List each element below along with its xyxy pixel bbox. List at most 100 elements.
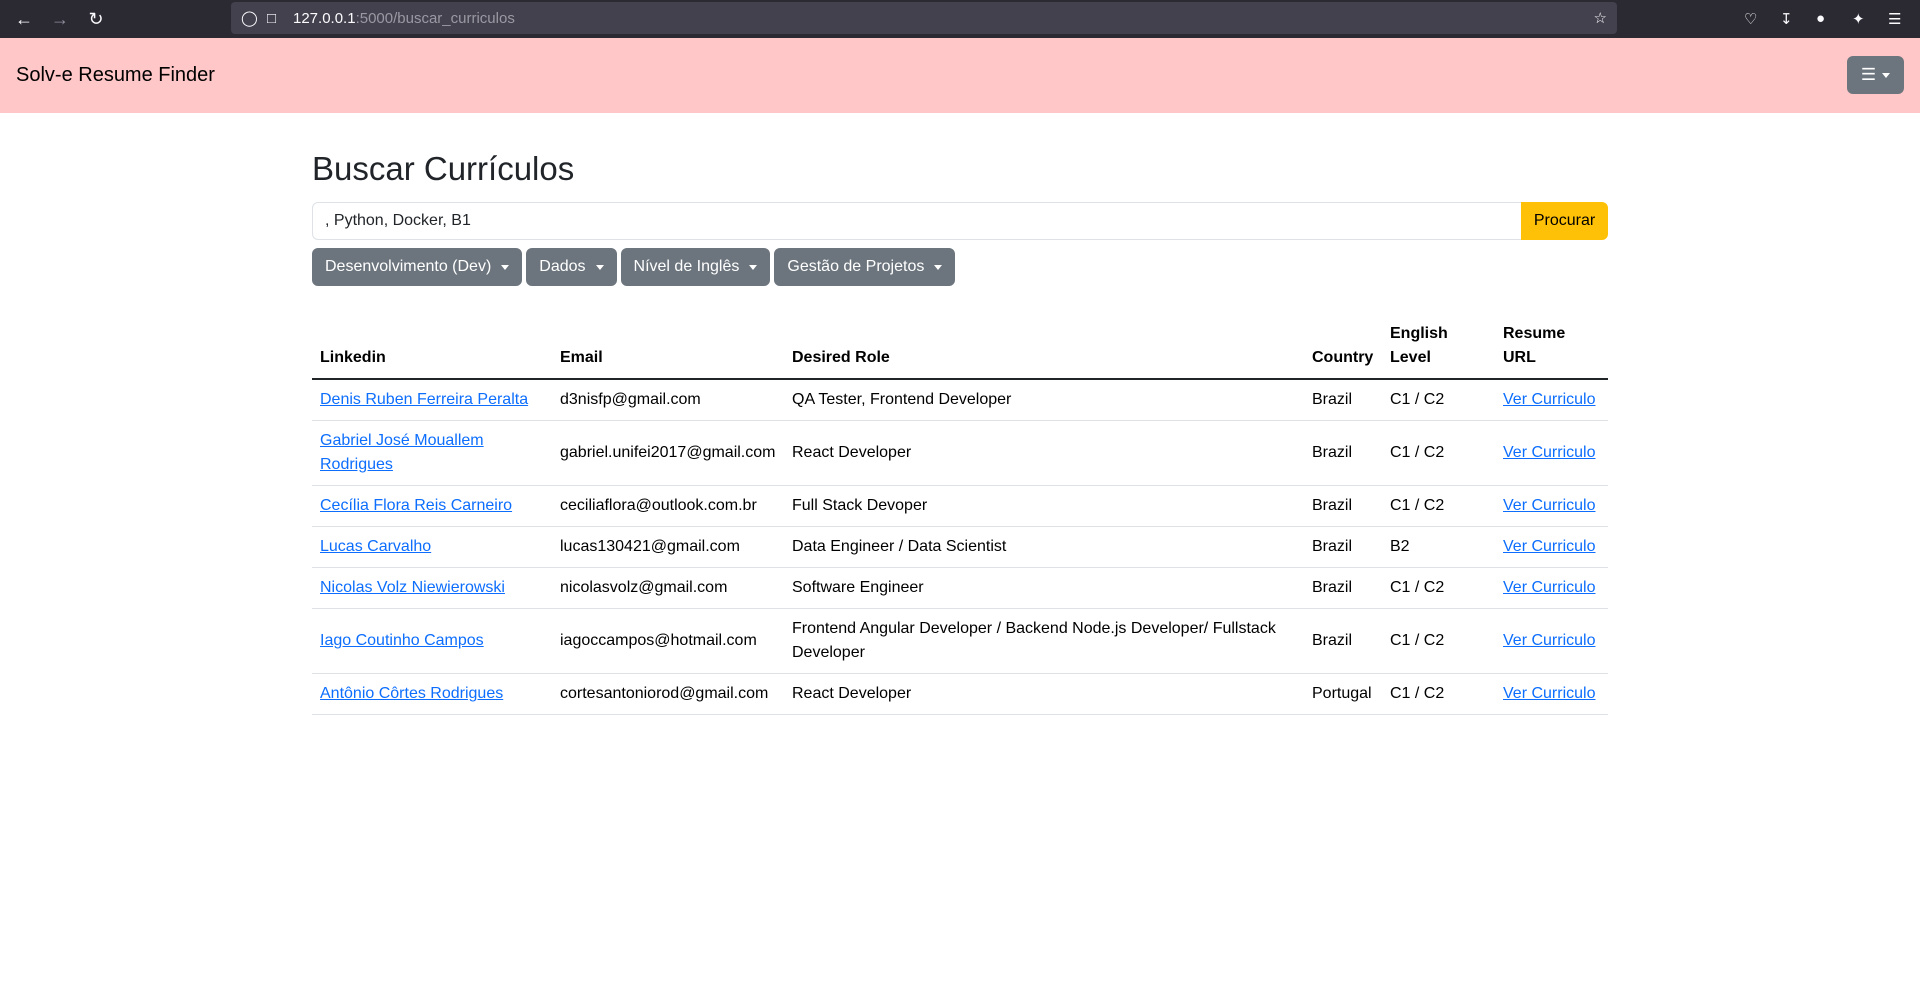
caret-down-icon [501, 264, 510, 270]
caret-down-icon [1882, 72, 1891, 78]
cell-linkedin: Lucas Carvalho [312, 526, 552, 568]
cell-country: Brazil [1304, 567, 1382, 609]
url-text[interactable]: 127.0.0.1:5000/buscar_curriculos [293, 10, 515, 27]
resume-link[interactable]: Ver Curriculo [1503, 444, 1595, 461]
cell-role: Frontend Angular Developer / Backend Nod… [784, 608, 1304, 674]
resume-link[interactable]: Ver Curriculo [1503, 497, 1595, 514]
hamburger-icon: ☰ [1860, 65, 1877, 84]
resume-link[interactable]: Ver Curriculo [1503, 632, 1595, 649]
table-row: Denis Ruben Ferreira Peralta d3nisfp@gma… [312, 379, 1608, 421]
downloads-icon[interactable]: ↧ [1780, 10, 1793, 28]
cell-role: React Developer [784, 420, 1304, 486]
cell-country: Brazil [1304, 526, 1382, 568]
cell-resume: Ver Curriculo [1495, 420, 1608, 486]
linkedin-link[interactable]: Cecília Flora Reis Carneiro [320, 497, 512, 514]
table-header-row: Linkedin Email Desired Role Country Engl… [312, 314, 1608, 380]
cell-email: cortesantoniorod@gmail.com [552, 673, 784, 715]
linkedin-link[interactable]: Antônio Côrtes Rodrigues [320, 685, 503, 702]
table-row: Antônio Côrtes Rodrigues cortesantonioro… [312, 673, 1608, 715]
cell-linkedin: Iago Coutinho Campos [312, 608, 552, 674]
cell-resume: Ver Curriculo [1495, 379, 1608, 421]
cell-country: Brazil [1304, 420, 1382, 486]
table-row: Iago Coutinho Campos iagoccampos@hotmail… [312, 608, 1608, 674]
caret-down-icon [749, 264, 758, 270]
filter-label: Gestão de Projetos [787, 258, 925, 275]
search-form: Procurar [312, 202, 1608, 240]
table-row: Lucas Carvalho lucas130421@gmail.com Dat… [312, 526, 1608, 568]
cell-resume: Ver Curriculo [1495, 526, 1608, 568]
reload-icon[interactable]: ↻ [86, 9, 106, 29]
filter-dropdown-ingles[interactable]: Nível de Inglês [620, 248, 771, 286]
linkedin-link[interactable]: Gabriel José Mouallem Rodrigues [320, 432, 484, 473]
cell-country: Brazil [1304, 485, 1382, 527]
header-english: English Level [1382, 314, 1495, 380]
filter-dropdown-dev[interactable]: Desenvolvimento (Dev) [312, 248, 523, 286]
resume-link[interactable]: Ver Curriculo [1503, 579, 1595, 596]
header-country: Country [1304, 314, 1382, 380]
pocket-icon[interactable]: ♡ [1744, 10, 1757, 28]
account-icon[interactable]: ● [1816, 10, 1825, 27]
address-bar[interactable]: ◯ □ 127.0.0.1:5000/buscar_curriculos ☆ [231, 2, 1617, 34]
back-icon[interactable]: ← [14, 9, 34, 29]
header-linkedin: Linkedin [312, 314, 552, 380]
filter-dropdown-dados[interactable]: Dados [526, 248, 617, 286]
cell-english: C1 / C2 [1382, 379, 1495, 421]
cell-linkedin: Denis Ruben Ferreira Peralta [312, 379, 552, 421]
browser-toolbar: ← → ↻ ◯ □ 127.0.0.1:5000/buscar_curricul… [0, 0, 1920, 38]
cell-english: C1 / C2 [1382, 485, 1495, 527]
cell-email: d3nisfp@gmail.com [552, 379, 784, 421]
cell-role: Software Engineer [784, 567, 1304, 609]
shield-icon[interactable]: ◯ [241, 9, 258, 27]
menu-toggle-button[interactable]: ☰ [1847, 56, 1904, 94]
filter-label: Nível de Inglês [633, 258, 740, 275]
extensions-icon[interactable]: ✦ [1852, 10, 1865, 28]
forward-icon[interactable]: → [50, 9, 70, 29]
resume-link[interactable]: Ver Curriculo [1503, 391, 1595, 408]
cell-email: ceciliaflora@outlook.com.br [552, 485, 784, 527]
table-row: Gabriel José Mouallem Rodrigues gabriel.… [312, 420, 1608, 486]
header-email: Email [552, 314, 784, 380]
cell-english: C1 / C2 [1382, 567, 1495, 609]
main-content: Buscar Currículos Procurar Desenvolvimen… [312, 150, 1608, 715]
cell-country: Brazil [1304, 379, 1382, 421]
table-row: Nicolas Volz Niewierowski nicolasvolz@gm… [312, 567, 1608, 609]
cell-linkedin: Nicolas Volz Niewierowski [312, 567, 552, 609]
table-row: Cecília Flora Reis Carneiro ceciliaflora… [312, 485, 1608, 527]
cell-linkedin: Gabriel José Mouallem Rodrigues [312, 420, 552, 486]
page-icon: □ [267, 9, 277, 27]
search-button[interactable]: Procurar [1521, 202, 1608, 240]
cell-linkedin: Antônio Côrtes Rodrigues [312, 673, 552, 715]
caret-down-icon [934, 264, 943, 270]
caret-down-icon [595, 264, 604, 270]
cell-english: C1 / C2 [1382, 420, 1495, 486]
cell-resume: Ver Curriculo [1495, 673, 1608, 715]
cell-resume: Ver Curriculo [1495, 608, 1608, 674]
linkedin-link[interactable]: Nicolas Volz Niewierowski [320, 579, 505, 596]
search-input[interactable] [312, 202, 1521, 240]
resume-link[interactable]: Ver Curriculo [1503, 685, 1595, 702]
cell-english: B2 [1382, 526, 1495, 568]
filter-dropdown-projetos[interactable]: Gestão de Projetos [774, 248, 956, 286]
filter-bar: Desenvolvimento (Dev) Dados Nível de Ing… [312, 248, 1608, 286]
app-menu-icon[interactable]: ☰ [1888, 10, 1901, 28]
header-role: Desired Role [784, 314, 1304, 380]
cell-country: Brazil [1304, 608, 1382, 674]
cell-country: Portugal [1304, 673, 1382, 715]
resume-link[interactable]: Ver Curriculo [1503, 538, 1595, 555]
brand-title[interactable]: Solv-e Resume Finder [16, 64, 215, 87]
cell-english: C1 / C2 [1382, 608, 1495, 674]
linkedin-link[interactable]: Lucas Carvalho [320, 538, 431, 555]
linkedin-link[interactable]: Denis Ruben Ferreira Peralta [320, 391, 528, 408]
cell-linkedin: Cecília Flora Reis Carneiro [312, 485, 552, 527]
page-title: Buscar Currículos [312, 150, 575, 187]
cell-role: Data Engineer / Data Scientist [784, 526, 1304, 568]
linkedin-link[interactable]: Iago Coutinho Campos [320, 632, 484, 649]
cell-resume: Ver Curriculo [1495, 567, 1608, 609]
cell-email: nicolasvolz@gmail.com [552, 567, 784, 609]
cell-resume: Ver Curriculo [1495, 485, 1608, 527]
bookmark-star-icon[interactable]: ☆ [1594, 9, 1607, 27]
filter-label: Dados [539, 258, 586, 275]
cell-email: lucas130421@gmail.com [552, 526, 784, 568]
cell-email: gabriel.unifei2017@gmail.com [552, 420, 784, 486]
cell-role: Full Stack Devoper [784, 485, 1304, 527]
